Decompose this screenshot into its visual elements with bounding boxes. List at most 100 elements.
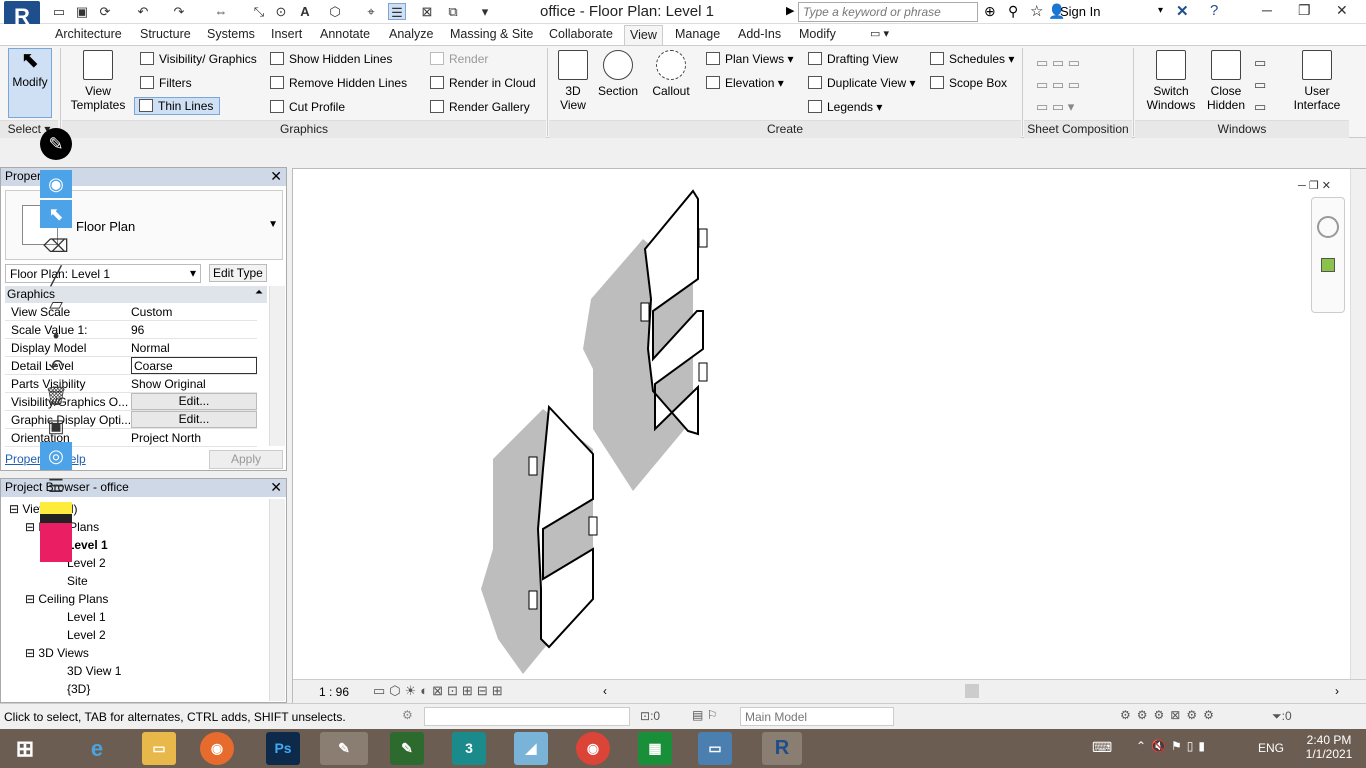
zoom-icon[interactable] [1321, 258, 1335, 272]
clock[interactable]: 2:40 PM 1/1/2021 [1302, 733, 1356, 761]
pen-tool-icon[interactable]: ✎ [320, 732, 368, 765]
close-icon[interactable]: ✕ [270, 479, 282, 496]
tab-systems[interactable]: Systems [207, 27, 255, 41]
tab-architecture[interactable]: Architecture [55, 27, 122, 41]
redo-icon[interactable]: ↷ [170, 3, 188, 20]
user-interface-button[interactable]: User Interface [1288, 50, 1346, 112]
switch-windows-button[interactable]: Switch Windows [1142, 50, 1200, 112]
tree-node[interactable]: 3D View 1 [67, 664, 121, 678]
remove-hidden-lines-button[interactable]: Remove Hidden Lines [270, 76, 407, 90]
filter-count[interactable]: ⏷:0 [1272, 709, 1292, 724]
calculator-icon[interactable]: ▦ [638, 732, 672, 765]
instance-selector[interactable]: Floor Plan: Level 1 ▾ [5, 264, 201, 283]
render-gallery-button[interactable]: Render Gallery [430, 100, 530, 114]
legends-button[interactable]: Legends ▾ [808, 100, 882, 114]
design-option-dropdown[interactable]: Main Model [740, 707, 894, 726]
camera-icon[interactable]: ◎ [40, 442, 72, 470]
measure-icon[interactable]: ⇔ [212, 3, 230, 20]
sync-icon[interactable]: ⟳ [96, 3, 114, 20]
filters-button[interactable]: Filters [140, 76, 192, 90]
chevron-down-icon[interactable]: ▾ [1158, 5, 1163, 16]
undo-icon[interactable]: ↶ [40, 352, 72, 380]
tab-manage[interactable]: Manage [675, 27, 720, 41]
view-templates-button[interactable]: View Templates [70, 50, 126, 112]
keyboard-icon[interactable]: ⌨ [1092, 739, 1112, 756]
help-icon[interactable]: ? [1210, 2, 1218, 19]
tree-node[interactable]: ⊟ 3D Views [25, 646, 89, 660]
modify-button[interactable]: ⬉ Modify [8, 48, 52, 118]
maximize-icon[interactable]: ❐ [1298, 2, 1311, 19]
highlighter-icon[interactable]: ▱ [40, 290, 72, 318]
open-icon[interactable]: ▭ [50, 3, 68, 20]
close-hidden-icon[interactable]: ⊠ [418, 3, 436, 20]
save-icon[interactable]: ▣ [73, 3, 91, 20]
close-hidden-button[interactable]: Close Hidden [1204, 50, 1248, 112]
dimension-icon[interactable]: ⤡ [250, 3, 268, 20]
photoshop-icon[interactable]: Ps [266, 732, 300, 765]
edge-icon[interactable]: e [80, 732, 114, 765]
elevation-button[interactable]: Elevation ▾ [706, 76, 784, 90]
close-icon[interactable]: ✕ [270, 168, 282, 185]
tree-node[interactable]: {3D} [67, 682, 90, 696]
workset-dropdown[interactable] [424, 707, 630, 726]
firefox-icon[interactable]: ◉ [200, 732, 234, 765]
render-cloud-button[interactable]: Render in Cloud [430, 76, 536, 90]
callout-button[interactable]: Callout [648, 50, 694, 98]
trash-icon[interactable]: 🗑 [40, 382, 72, 410]
tab-view[interactable]: View [624, 25, 663, 45]
navigation-bar[interactable] [1311, 197, 1345, 313]
graphics-panel[interactable]: Graphics [62, 120, 546, 138]
apply-button[interactable]: Apply [209, 450, 283, 469]
scratch-icon[interactable]: ✎ [390, 732, 424, 765]
3d-icon[interactable]: ⬡ [326, 3, 344, 20]
tab-collaborate[interactable]: Collaborate [549, 27, 613, 41]
switch-windows-icon[interactable]: ⧉ [444, 3, 462, 20]
revit-icon[interactable]: R [762, 732, 802, 765]
chrome-icon[interactable]: ◉ [576, 732, 610, 765]
scroll-left-icon[interactable]: ‹ [603, 684, 607, 698]
editing-requests-icon[interactable]: ▤ ⚐ [692, 708, 717, 722]
favorites-icon[interactable]: ☆ [1030, 2, 1043, 20]
tree-node[interactable]: Level 1 [67, 610, 106, 624]
tab-insert[interactable]: Insert [271, 27, 302, 41]
workset-icon[interactable]: ⚙ [402, 708, 413, 722]
explorer-icon[interactable]: ▭ [142, 732, 176, 765]
tree-node[interactable]: ⊟ Ceiling Plans [25, 592, 108, 606]
language-indicator[interactable]: ENG [1258, 741, 1284, 755]
tag-icon[interactable]: ⊙ [272, 3, 290, 20]
tab-analyze[interactable]: Analyze [389, 27, 433, 41]
windows-panel[interactable]: Windows [1135, 120, 1349, 138]
3d-view-button[interactable]: 3D View [556, 50, 590, 112]
board-icon[interactable]: ▣ [40, 412, 72, 440]
properties-scrollbar[interactable] [269, 286, 285, 446]
visibility-graphics-button[interactable]: Visibility/ Graphics [140, 52, 257, 66]
eraser-icon[interactable]: ⌫ [40, 232, 72, 260]
drawing-canvas[interactable]: ─ ❐ ✕ 1 : 96 ▭⬡☀◐⊠⊡⊞⊟⊞ ‹ › [292, 168, 1366, 703]
cut-profile-button[interactable]: Cut Profile [270, 100, 345, 114]
tab-modify[interactable]: Modify [799, 27, 836, 41]
dropdown-icon[interactable]: ▾ [476, 3, 494, 20]
edit-button[interactable]: Edit... [131, 411, 257, 428]
binoculars-icon[interactable]: ⊕ [984, 3, 996, 20]
detail-level-field[interactable]: Coarse [131, 357, 257, 374]
edit-button[interactable]: Edit... [131, 393, 257, 410]
view-window-controls-icon[interactable]: ─ ❐ ✕ [1298, 179, 1331, 192]
sheet-composition-panel[interactable]: Sheet Composition [1024, 120, 1132, 138]
scope-box-button[interactable]: Scope Box [930, 76, 1007, 90]
undo-icon[interactable]: ↶ [134, 3, 152, 20]
eye-icon[interactable]: ◉ [40, 170, 72, 198]
app-icon[interactable]: ◢ [514, 732, 548, 765]
duplicate-view-button[interactable]: Duplicate View ▾ [808, 76, 916, 90]
scroll-right-icon[interactable]: › [1335, 684, 1339, 698]
tab-add-ins[interactable]: Add-Ins [738, 27, 781, 41]
tab-structure[interactable]: Structure [140, 27, 191, 41]
tree-node[interactable]: Site [67, 574, 88, 588]
show-hidden-lines-button[interactable]: Show Hidden Lines [270, 52, 392, 66]
thin-lines-button[interactable]: Thin Lines [134, 97, 221, 115]
line-icon[interactable]: ╱ [40, 262, 72, 290]
canvas-vertical-scrollbar[interactable] [1350, 169, 1366, 679]
photos-icon[interactable]: ▭ [698, 732, 732, 765]
tree-node-active[interactable]: Level 1 [67, 538, 108, 552]
search-input[interactable]: Type a keyword or phrase [798, 2, 978, 22]
horizontal-scroll-thumb[interactable] [965, 684, 979, 698]
